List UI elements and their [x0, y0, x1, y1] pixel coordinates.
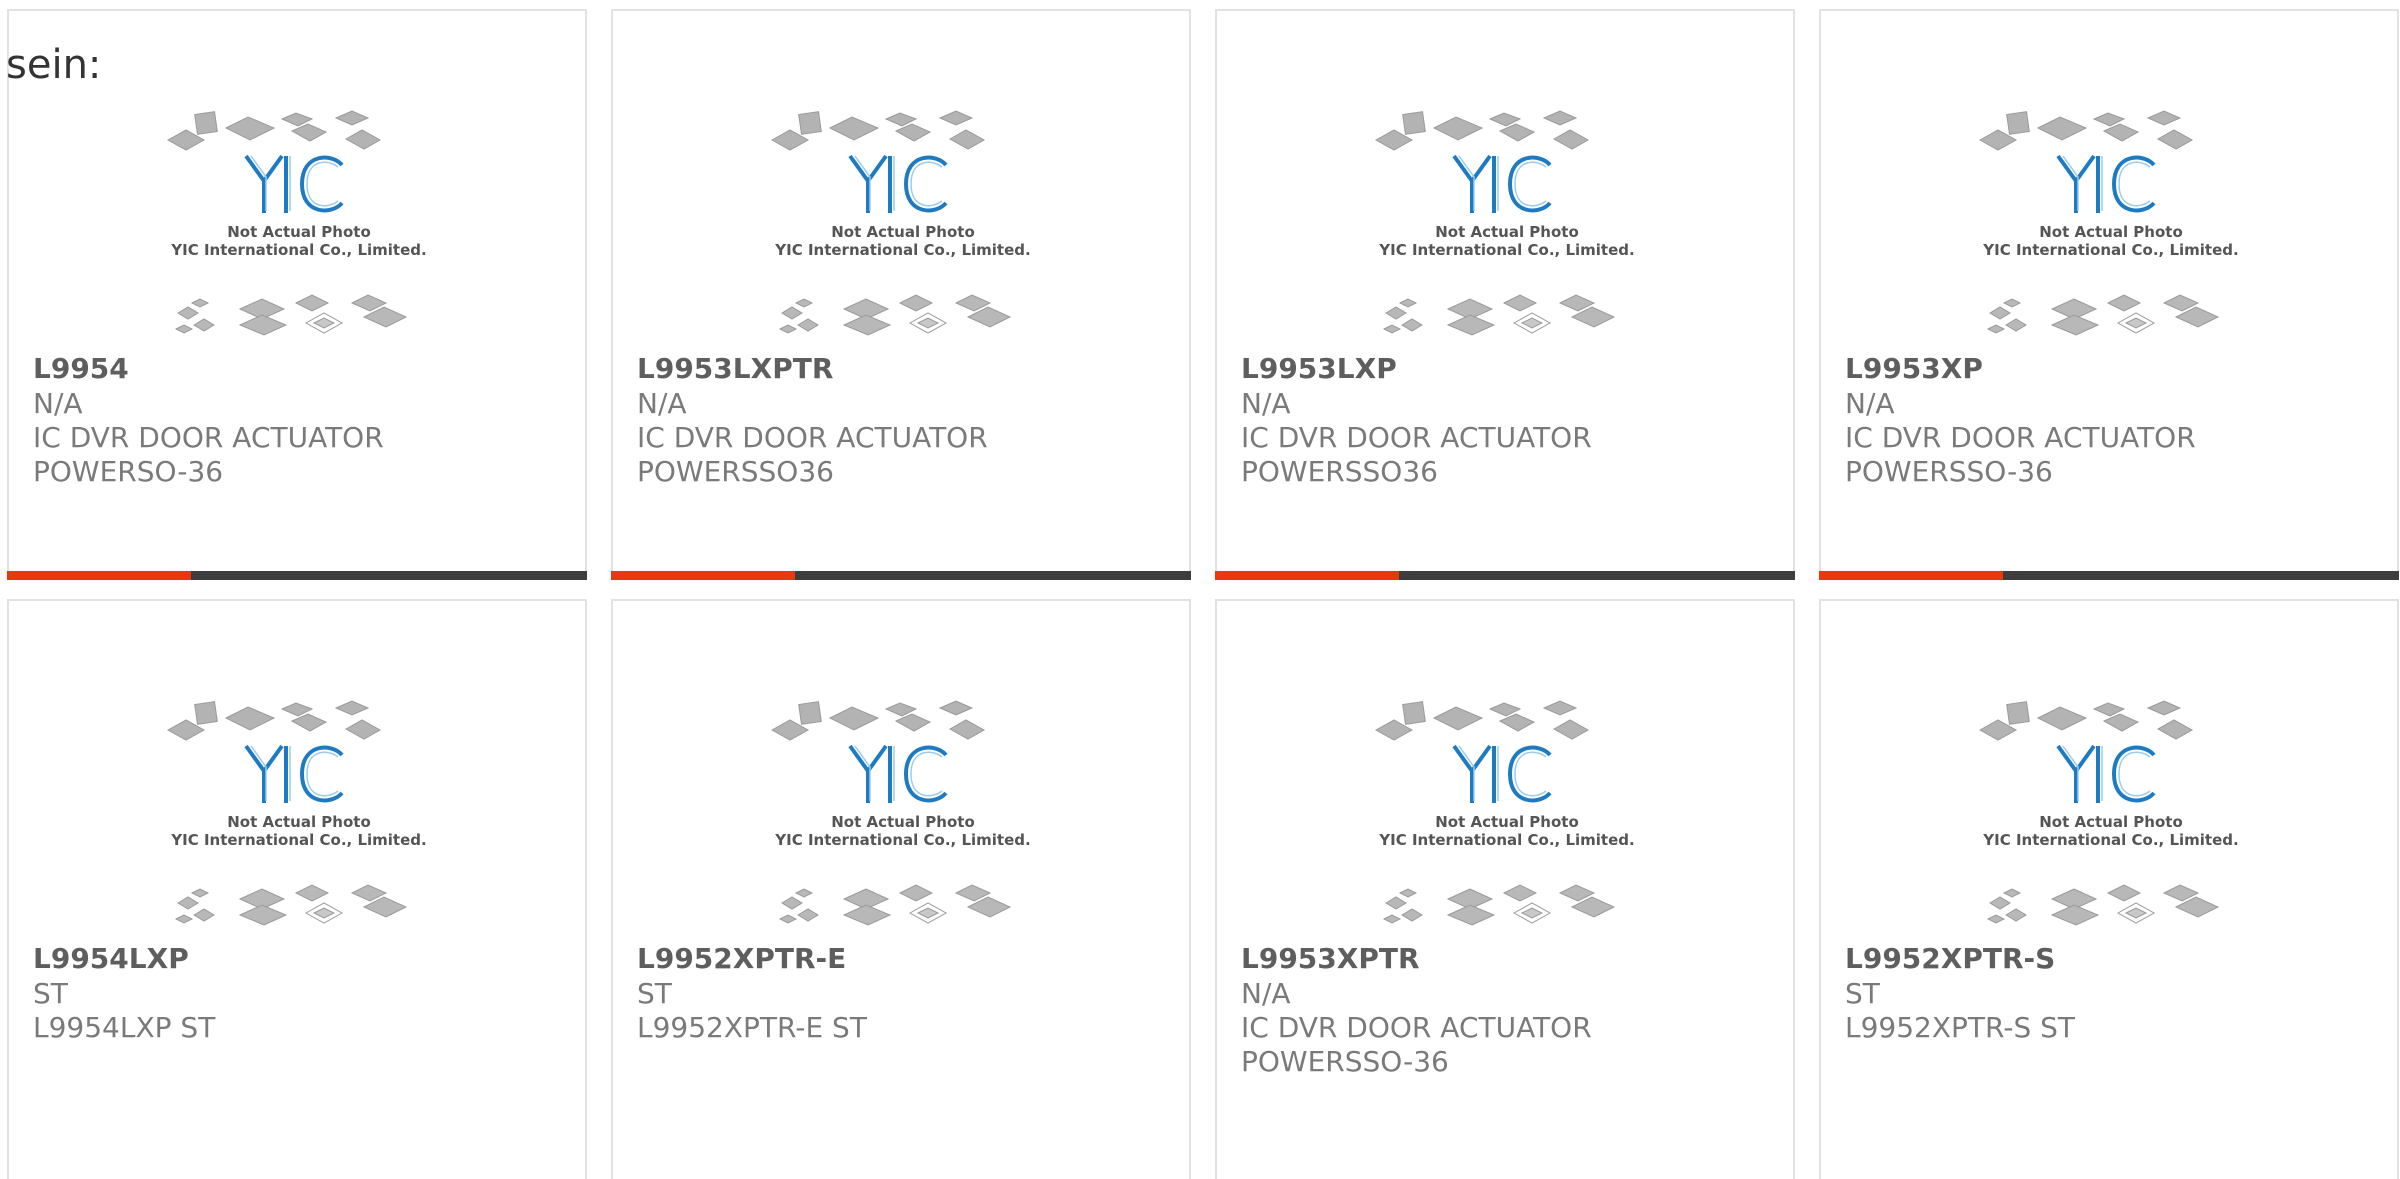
description: L9952XPTR-E ST	[637, 1011, 867, 1044]
part-number-link[interactable]: L9954LXP	[33, 941, 575, 977]
manufacturer: N/A	[1241, 977, 1291, 1010]
part-number-link[interactable]: L9953XP	[1845, 351, 2387, 387]
svg-text:Not Actual Photo: Not Actual Photo	[227, 223, 371, 241]
product-info: L9953XP N/A IC DVR DOOR ACTUATOR POWERSS…	[1845, 351, 2387, 489]
card-accent-bar	[611, 571, 795, 580]
product-info: L9952XPTR-S ST L9952XPTR-S ST	[1845, 941, 2387, 1045]
card-accent-bar	[1215, 571, 1399, 580]
package: POWERSSO-36	[1241, 1045, 1449, 1078]
svg-text:Not Actual Photo: Not Actual Photo	[831, 223, 975, 241]
card-footer-bar	[1215, 571, 1795, 580]
svg-text:Not Actual Photo: Not Actual Photo	[1435, 813, 1579, 831]
svg-text:YIC International Co., Limited: YIC International Co., Limited.	[170, 241, 426, 259]
intro-text: sein:	[6, 42, 102, 88]
product-image[interactable]: Not Actual Photo YIC International Co., …	[770, 693, 1036, 939]
product-info: L9953LXP N/A IC DVR DOOR ACTUATOR POWERS…	[1241, 351, 1783, 489]
product-card[interactable]: Not Actual Photo YIC International Co., …	[611, 599, 1191, 1179]
card-accent-bar	[7, 571, 191, 580]
product-card[interactable]: Not Actual Photo YIC International Co., …	[7, 9, 587, 580]
part-number-link[interactable]: L9953LXPTR	[637, 351, 1179, 387]
description: IC DVR DOOR ACTUATOR	[1845, 421, 2196, 454]
product-card[interactable]: Not Actual Photo YIC International Co., …	[1215, 599, 1795, 1179]
product-card[interactable]: Not Actual Photo YIC International Co., …	[7, 599, 587, 1179]
svg-text:Not Actual Photo: Not Actual Photo	[2039, 223, 2183, 241]
product-image[interactable]: Not Actual Photo YIC International Co., …	[1978, 693, 2244, 939]
part-number-link[interactable]: L9952XPTR-S	[1845, 941, 2387, 977]
svg-text:YIC International Co., Limited: YIC International Co., Limited.	[1378, 241, 1634, 259]
chip-placeholder-image: Not Actual Photo YIC International Co., …	[1978, 700, 2239, 926]
product-image[interactable]: Not Actual Photo YIC International Co., …	[166, 693, 432, 939]
chip-placeholder-image: Not Actual Photo YIC International Co., …	[770, 110, 1031, 336]
manufacturer: N/A	[33, 387, 83, 420]
product-image[interactable]: Not Actual Photo YIC International Co., …	[1374, 693, 1640, 939]
description: IC DVR DOOR ACTUATOR	[637, 421, 988, 454]
product-info: L9953LXPTR N/A IC DVR DOOR ACTUATOR POWE…	[637, 351, 1179, 489]
card-footer-bar	[7, 571, 587, 580]
svg-text:YIC International Co., Limited: YIC International Co., Limited.	[1378, 831, 1634, 849]
description: IC DVR DOOR ACTUATOR	[1241, 421, 1592, 454]
svg-text:Not Actual Photo: Not Actual Photo	[831, 813, 975, 831]
product-image[interactable]: Not Actual Photo YIC International Co., …	[770, 103, 1036, 349]
part-number-link[interactable]: L9952XPTR-E	[637, 941, 1179, 977]
package: POWERSSO36	[637, 455, 834, 488]
svg-text:YIC International Co., Limited: YIC International Co., Limited.	[1982, 831, 2238, 849]
manufacturer: ST	[33, 977, 68, 1010]
chip-placeholder-image: Not Actual Photo YIC International Co., …	[1374, 700, 1635, 926]
description: IC DVR DOOR ACTUATOR	[1241, 1011, 1592, 1044]
product-card[interactable]: Not Actual Photo YIC International Co., …	[611, 9, 1191, 580]
chip-placeholder-image: Not Actual Photo YIC International Co., …	[166, 110, 427, 336]
product-card[interactable]: Not Actual Photo YIC International Co., …	[1819, 9, 2399, 580]
svg-text:Not Actual Photo: Not Actual Photo	[2039, 813, 2183, 831]
card-footer-bar	[1819, 571, 2399, 580]
manufacturer: ST	[1845, 977, 1880, 1010]
description: L9952XPTR-S ST	[1845, 1011, 2076, 1044]
svg-text:Not Actual Photo: Not Actual Photo	[227, 813, 371, 831]
part-number-link[interactable]: L9954	[33, 351, 575, 387]
manufacturer: N/A	[1241, 387, 1291, 420]
manufacturer: ST	[637, 977, 672, 1010]
svg-text:Not Actual Photo: Not Actual Photo	[1435, 223, 1579, 241]
card-footer-bar	[611, 571, 1191, 580]
product-image[interactable]: Not Actual Photo YIC International Co., …	[166, 103, 432, 349]
manufacturer: N/A	[637, 387, 687, 420]
product-info: L9954LXP ST L9954LXP ST	[33, 941, 575, 1045]
product-card[interactable]: Not Actual Photo YIC International Co., …	[1819, 599, 2399, 1179]
product-card[interactable]: Not Actual Photo YIC International Co., …	[1215, 9, 1795, 580]
product-grid: Not Actual Photo YIC International Co., …	[0, 0, 2400, 1179]
product-info: L9953XPTR N/A IC DVR DOOR ACTUATOR POWER…	[1241, 941, 1783, 1079]
product-info: L9954 N/A IC DVR DOOR ACTUATOR POWERSO-3…	[33, 351, 575, 489]
chip-placeholder-image: Not Actual Photo YIC International Co., …	[1978, 110, 2239, 336]
chip-placeholder-image: Not Actual Photo YIC International Co., …	[770, 700, 1031, 926]
manufacturer: N/A	[1845, 387, 1895, 420]
svg-text:YIC International Co., Limited: YIC International Co., Limited.	[774, 831, 1030, 849]
chip-placeholder-image: Not Actual Photo YIC International Co., …	[1374, 110, 1635, 336]
part-number-link[interactable]: L9953XPTR	[1241, 941, 1783, 977]
svg-text:YIC International Co., Limited: YIC International Co., Limited.	[170, 831, 426, 849]
product-image[interactable]: Not Actual Photo YIC International Co., …	[1374, 103, 1640, 349]
product-image[interactable]: Not Actual Photo YIC International Co., …	[1978, 103, 2244, 349]
chip-placeholder-image: Not Actual Photo YIC International Co., …	[166, 700, 427, 926]
package: POWERSSO-36	[1845, 455, 2053, 488]
product-info: L9952XPTR-E ST L9952XPTR-E ST	[637, 941, 1179, 1045]
package: POWERSO-36	[33, 455, 224, 488]
svg-text:YIC International Co., Limited: YIC International Co., Limited.	[774, 241, 1030, 259]
part-number-link[interactable]: L9953LXP	[1241, 351, 1783, 387]
svg-text:YIC International Co., Limited: YIC International Co., Limited.	[1982, 241, 2238, 259]
description: L9954LXP ST	[33, 1011, 216, 1044]
card-accent-bar	[1819, 571, 2003, 580]
package: POWERSSO36	[1241, 455, 1438, 488]
description: IC DVR DOOR ACTUATOR	[33, 421, 384, 454]
